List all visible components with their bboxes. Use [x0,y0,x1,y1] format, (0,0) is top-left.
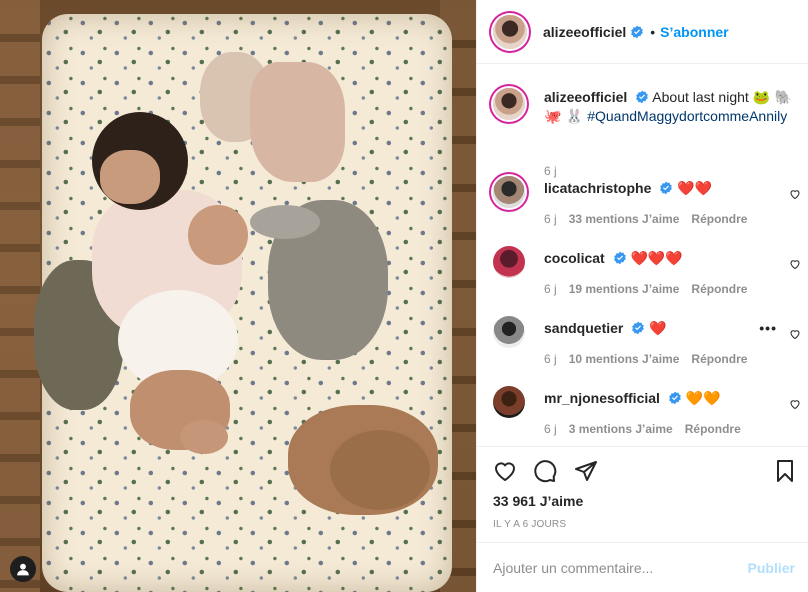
reply-button[interactable]: Répondre [691,352,747,366]
comment-username[interactable]: alizeeofficiel [544,89,627,105]
baby-arm [188,205,248,265]
post-age[interactable]: IL Y A 6 JOURS [493,519,566,530]
caption-message: About last night [652,89,749,105]
post-photo[interactable] [0,0,476,592]
comment-message: 🧡🧡 [685,391,721,407]
share-send-icon[interactable] [574,459,598,483]
baby-foot [180,420,228,454]
comment-meta: 6 j 33 mentions J’aime Répondre [544,212,747,226]
comment-meta: 6 j [544,164,557,178]
comment-bubble-icon[interactable] [533,459,557,483]
comment-likes[interactable]: 33 mentions J’aime [569,212,680,226]
avatar[interactable] [493,246,525,278]
comment-meta: 6 j 3 mentions J’aime Répondre [544,422,741,436]
comment-username[interactable]: cocolicat [544,250,605,266]
avatar[interactable] [493,14,527,49]
comfort-blanket [250,62,345,182]
likes-count[interactable]: 33 961 J’aime [493,493,583,509]
verified-badge-icon [613,251,626,265]
reply-button[interactable]: Répondre [685,422,741,436]
plush-teddy [330,430,430,510]
comment-likes[interactable]: 19 mentions J’aime [569,282,680,296]
avatar[interactable] [493,386,525,418]
avatar[interactable] [493,88,525,120]
comment-time[interactable]: 6 j [544,422,557,436]
plush-bunny-ear [250,205,320,239]
comment-text: sandquetier ❤️ [544,319,773,338]
comment-time[interactable]: 6 j [544,164,557,178]
verified-badge-icon [668,391,681,405]
verified-badge-icon [636,90,648,104]
comment-username[interactable]: licatachristophe [544,180,651,196]
author-username[interactable]: alizeeofficiel [543,24,626,40]
crib-rail [0,0,40,592]
reply-button[interactable]: Répondre [691,282,747,296]
comment-username[interactable]: sandquetier [544,320,623,336]
verified-badge-icon [660,181,673,195]
baby-face [100,150,160,204]
comment-username[interactable]: mr_njonesofficial [544,390,660,406]
comment-likes[interactable]: 3 mentions J’aime [569,422,673,436]
comment-likes[interactable]: 10 mentions J’aime [569,352,680,366]
publish-button[interactable]: Publier [748,560,795,576]
bookmark-icon[interactable] [773,459,797,483]
comment-input[interactable] [493,559,748,576]
more-options-icon[interactable]: ••• [759,320,777,336]
like-heart-icon[interactable] [789,328,801,340]
like-heart-icon[interactable] [789,398,801,410]
follow-button[interactable]: S’abonner [660,24,728,40]
reply-button[interactable]: Répondre [691,212,747,226]
comment-time[interactable]: 6 j [544,352,557,366]
comment-message: ❤️❤️❤️ [630,251,683,267]
caption-text: alizeeofficiel About last night 🐸 🐘 🐙 🐰 … [544,88,801,126]
avatar[interactable] [493,176,525,208]
comment-meta: 6 j 10 mentions J’aime Répondre [544,352,747,366]
user-icon [17,563,29,576]
like-heart-icon[interactable] [493,459,517,483]
like-heart-icon[interactable] [789,188,801,200]
comment-text: licatachristophe ❤️❤️ [544,179,773,198]
post-actions: 33 961 J’aime IL Y A 6 JOURS [477,446,808,542]
verified-badge-icon [631,25,644,38]
like-heart-icon[interactable] [789,258,801,270]
avatar[interactable] [493,316,525,348]
comment-composer: Publier [477,542,808,592]
hashtag-link[interactable]: #QuandMaggydortcommeAnnily [587,108,787,124]
verified-badge-icon [632,321,645,335]
separator-dot: • [650,23,656,40]
post-side-panel: alizeeofficiel • S’abonner alizeeofficie… [476,0,808,592]
comment-time[interactable]: 6 j [544,212,557,226]
comments-list[interactable]: alizeeofficiel About last night 🐸 🐘 🐙 🐰 … [477,65,808,445]
comment-time[interactable]: 6 j [544,282,557,296]
caption-emojis: 🐙 🐰 [544,109,584,125]
comment-message: ❤️ [649,321,667,337]
comment-text: mr_njonesofficial 🧡🧡 [544,389,773,408]
comment-message: ❤️❤️ [677,181,713,197]
caption-emojis: 🐸 🐘 [752,90,793,106]
tagged-users-button[interactable] [10,556,36,582]
comment-text: cocolicat ❤️❤️❤️ [544,249,773,268]
comment-meta: 6 j 19 mentions J’aime Répondre [544,282,747,296]
post-header: alizeeofficiel • S’abonner [477,0,808,64]
